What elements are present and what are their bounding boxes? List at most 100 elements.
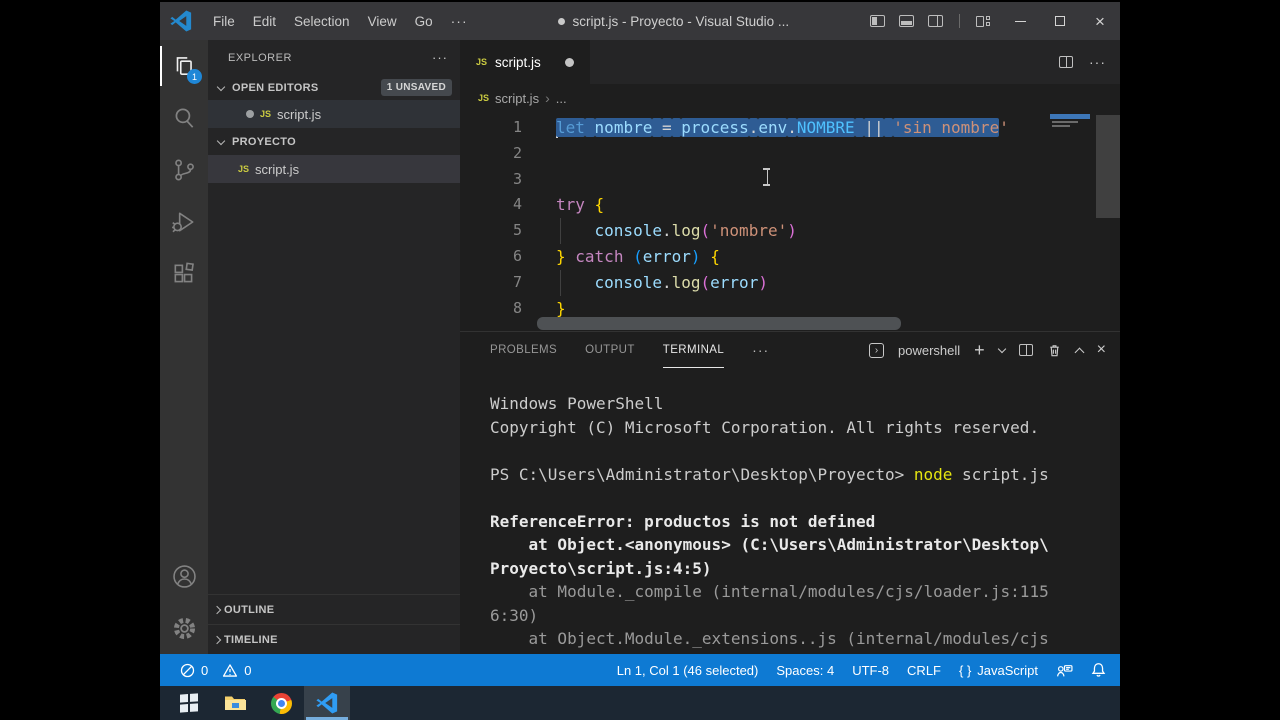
editor-tabbar: JS script.js ···: [460, 40, 1120, 84]
terminal-dropdown-icon[interactable]: [997, 344, 1006, 354]
cursor-position-status[interactable]: Ln 1, Col 1 (46 selected): [617, 663, 759, 678]
tab-problems[interactable]: PROBLEMS: [490, 332, 557, 368]
terminal-line: Copyright (C) Microsoft Corporation. All…: [490, 417, 1040, 437]
horizontal-scrollbar[interactable]: [537, 317, 901, 330]
language-status[interactable]: { } JavaScript: [959, 663, 1038, 678]
maximize-button[interactable]: [1040, 2, 1080, 40]
run-debug-icon[interactable]: [160, 196, 208, 248]
mouse-ibeam-cursor: [761, 168, 772, 186]
toggle-sidebar-icon[interactable]: [870, 15, 885, 27]
window-title-area: script.js - Proyecto - Visual Studio ...: [477, 14, 870, 29]
explorer-badge: 1: [187, 69, 202, 84]
outline-label: OUTLINE: [224, 603, 275, 616]
minimize-button[interactable]: [1000, 2, 1040, 40]
menu-selection[interactable]: Selection: [285, 10, 359, 33]
customize-layout-icon[interactable]: [976, 15, 990, 27]
close-window-button[interactable]: ×: [1080, 2, 1120, 40]
outline-section[interactable]: OUTLINE: [208, 594, 460, 624]
activity-bar: 1: [160, 40, 208, 654]
file-explorer-taskbar-icon[interactable]: [212, 686, 258, 720]
js-file-icon: JS: [238, 164, 250, 174]
menu-edit[interactable]: Edit: [244, 10, 285, 33]
menu-file[interactable]: File: [204, 10, 244, 33]
warnings-icon: [223, 663, 238, 677]
tab-terminal[interactable]: TERMINAL: [662, 332, 725, 368]
explorer-sidebar: EXPLORER ··· OPEN EDITORS 1 UNSAVED JS s…: [208, 40, 460, 654]
code-line[interactable]: 4 try {: [460, 192, 1120, 218]
file-item-scriptjs[interactable]: JS script.js: [208, 155, 460, 183]
terminal-line: Windows PowerShell: [490, 394, 664, 413]
js-file-icon: JS: [476, 57, 488, 67]
search-icon[interactable]: [160, 92, 208, 144]
folder-icon: [225, 696, 246, 710]
unsaved-badge: 1 UNSAVED: [380, 79, 452, 96]
code-line[interactable]: 1 let nombre = process.env.NOMBRE || 'sin…: [460, 115, 1120, 141]
vscode-taskbar-icon[interactable]: [304, 686, 350, 720]
menu-more-icon[interactable]: ···: [442, 9, 477, 33]
editor-more-icon[interactable]: ···: [1089, 54, 1106, 70]
windows-logo-icon: [180, 693, 198, 713]
terminal-output[interactable]: Windows PowerShell Copyright (C) Microsof…: [460, 368, 1120, 654]
tab-output[interactable]: OUTPUT: [585, 332, 635, 368]
toggle-panel-icon[interactable]: [899, 15, 914, 27]
open-editor-item-scriptjs[interactable]: JS script.js: [208, 100, 460, 128]
js-file-icon: JS: [260, 109, 272, 119]
tab-scriptjs[interactable]: JS script.js: [460, 40, 590, 84]
language-label: JavaScript: [977, 662, 1038, 678]
code-line[interactable]: 2: [460, 141, 1120, 167]
braces-icon: { }: [959, 662, 972, 678]
open-editors-label: OPEN EDITORS: [232, 81, 319, 94]
settings-gear-icon[interactable]: [160, 602, 208, 654]
code-editor[interactable]: 1 let nombre = process.env.NOMBRE || 'sin…: [460, 112, 1120, 331]
new-terminal-icon[interactable]: +: [974, 340, 985, 361]
code-line[interactable]: 5 console.log('nombre'): [460, 218, 1120, 244]
menu-go[interactable]: Go: [406, 10, 442, 33]
extensions-icon[interactable]: [160, 248, 208, 300]
open-editors-header[interactable]: OPEN EDITORS 1 UNSAVED: [208, 75, 460, 100]
terminal-shell-icon: ›: [868, 342, 884, 358]
minimap[interactable]: [1050, 114, 1094, 324]
code-lines: 1 let nombre = process.env.NOMBRE || 'sin…: [460, 115, 1120, 321]
encoding-status[interactable]: UTF-8: [852, 663, 889, 678]
breadcrumb-filename[interactable]: script.js: [495, 91, 539, 106]
notifications-bell-icon[interactable]: [1091, 662, 1106, 678]
terminal-line: Proyecto\script.js:4:5): [490, 558, 712, 578]
breadcrumb[interactable]: JS script.js › ...: [460, 84, 1120, 112]
chevron-right-icon: [212, 635, 222, 644]
sidebar-more-icon[interactable]: ···: [432, 50, 448, 65]
windows-taskbar: [160, 686, 1120, 720]
folder-section-header[interactable]: PROYECTO: [208, 128, 460, 155]
shell-name[interactable]: powershell: [898, 343, 960, 358]
eol-status[interactable]: CRLF: [907, 663, 941, 678]
split-terminal-icon[interactable]: [1018, 344, 1033, 356]
code-line[interactable]: 7 console.log(error): [460, 269, 1120, 296]
kill-terminal-trash-icon[interactable]: [1047, 343, 1062, 358]
split-editor-icon[interactable]: [1059, 56, 1073, 68]
chrome-taskbar-icon[interactable]: [258, 686, 304, 720]
account-icon[interactable]: [160, 550, 208, 602]
chevron-down-icon: [216, 82, 226, 91]
code-line[interactable]: 6} catch (error) {: [460, 244, 1120, 270]
modified-dot-icon[interactable]: [246, 110, 254, 118]
problems-status[interactable]: 0 0: [180, 663, 251, 678]
menu-view[interactable]: View: [359, 10, 406, 33]
maximize-panel-icon[interactable]: [1074, 347, 1085, 357]
window-title: script.js - Proyecto - Visual Studio ...: [572, 13, 790, 29]
file-item-filename: script.js: [255, 161, 300, 177]
timeline-section[interactable]: TIMELINE: [208, 624, 460, 654]
breadcrumb-symbol[interactable]: ...: [556, 91, 567, 106]
start-button[interactable]: [166, 686, 212, 720]
panel-more-icon[interactable]: ···: [752, 342, 769, 358]
source-control-icon[interactable]: [160, 144, 208, 196]
bottom-panel: PROBLEMS OUTPUT TERMINAL ··· › powershel…: [460, 331, 1120, 654]
explorer-icon[interactable]: 1: [160, 40, 208, 92]
vertical-scrollbar[interactable]: [1096, 115, 1120, 218]
timeline-label: TIMELINE: [224, 633, 278, 646]
feedback-icon[interactable]: [1056, 663, 1073, 678]
tab-modified-dot-icon[interactable]: [564, 57, 574, 67]
close-panel-icon[interactable]: ×: [1097, 341, 1106, 359]
toggle-secondary-sidebar-icon[interactable]: [928, 15, 943, 27]
indentation-status[interactable]: Spaces: 4: [776, 663, 834, 678]
code-line[interactable]: 3: [460, 167, 1120, 193]
